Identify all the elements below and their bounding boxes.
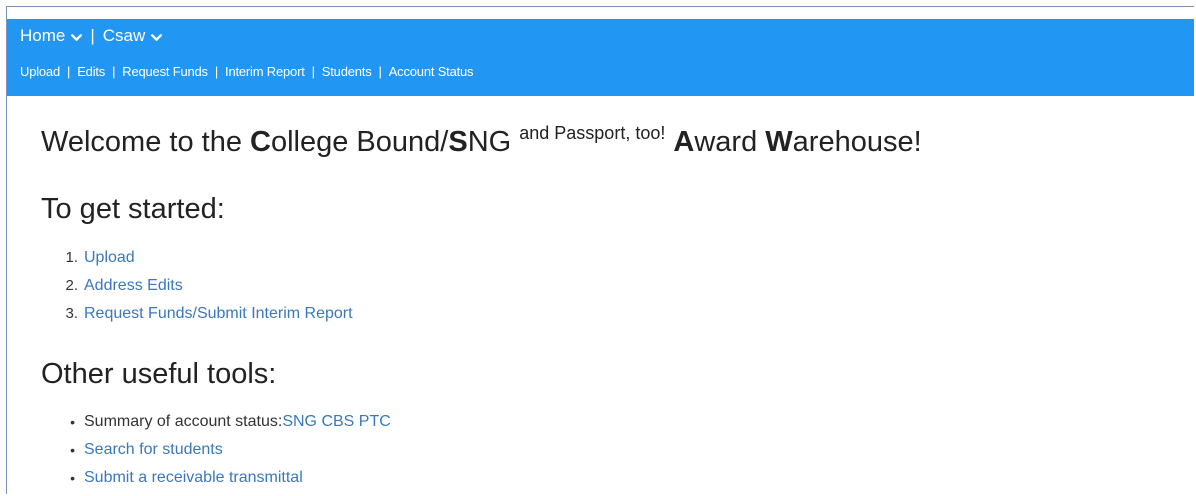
main-menu: Home | Csaw — [20, 23, 163, 49]
welcome-text: ollege Bound/ — [270, 126, 449, 158]
home-menu[interactable]: Home — [20, 26, 83, 46]
list-item: 3. Request Funds/Submit Interim Report — [41, 300, 353, 328]
welcome-superscript: and Passport, too! — [519, 123, 666, 143]
welcome-text: NG — [467, 126, 520, 158]
welcome-text: Welcome to the — [41, 126, 251, 158]
get-started-list: 1. Upload 2. Address Edits 3. Request Fu… — [41, 244, 353, 328]
csaw-menu-label: Csaw — [102, 26, 146, 45]
nav-separator: | — [67, 63, 71, 79]
address-edits-link[interactable]: Address Edits — [84, 272, 183, 300]
welcome-heading: Welcome to the College Bound/SNG and Pas… — [41, 123, 922, 163]
welcome-c-bold: C — [250, 126, 271, 158]
bullet: • — [70, 470, 75, 486]
nav-interim-report-link[interactable]: Interim Report — [225, 64, 305, 79]
list-number: 3. — [65, 305, 78, 322]
nav-request-funds-link[interactable]: Request Funds — [122, 64, 208, 79]
list-item: 2. Address Edits — [41, 272, 353, 300]
nav-separator: | — [311, 63, 315, 79]
get-started-heading: To get started: — [41, 193, 225, 225]
app-frame: Home | Csaw Upload | Edits | Request Fun… — [6, 6, 1194, 494]
welcome-s-bold: S — [448, 126, 468, 158]
nav-account-status-link[interactable]: Account Status — [389, 64, 474, 79]
request-funds-interim-report-link[interactable]: Request Funds/Submit Interim Report — [84, 300, 353, 328]
welcome-a-bold: A — [673, 126, 695, 158]
submit-receivable-transmittal-link[interactable]: Submit a receivable transmittal — [84, 464, 303, 492]
list-item: 1. Upload — [41, 244, 353, 272]
nav-edits-link[interactable]: Edits — [77, 64, 105, 79]
nav-separator: | — [378, 63, 382, 79]
list-item: • Summary of account status: SNG CBS PTC — [41, 408, 391, 436]
search-students-link[interactable]: Search for students — [84, 436, 223, 464]
other-tools-heading: Other useful tools: — [41, 358, 277, 390]
other-tools-list: • Summary of account status: SNG CBS PTC… — [41, 408, 391, 492]
list-number: 1. — [65, 249, 78, 266]
csaw-menu[interactable]: Csaw — [103, 26, 164, 46]
cbs-status-link[interactable]: CBS — [321, 408, 354, 436]
list-number: 2. — [65, 277, 78, 294]
list-item: • Search for students — [41, 436, 391, 464]
nav-students-link[interactable]: Students — [322, 64, 372, 79]
chevron-down-icon — [151, 33, 163, 41]
upload-link[interactable]: Upload — [84, 244, 135, 272]
summary-account-status-label: Summary of account status: — [84, 413, 283, 430]
sub-navigation: Upload | Edits | Request Funds | Interim… — [20, 60, 474, 82]
nav-upload-link[interactable]: Upload — [20, 64, 60, 79]
list-item: • Submit a receivable transmittal — [41, 464, 391, 492]
nav-separator: | — [112, 63, 116, 79]
welcome-w-bold: W — [765, 126, 793, 158]
home-menu-label: Home — [20, 26, 66, 45]
welcome-text: ward — [694, 126, 766, 158]
top-navigation-bar: Home | Csaw Upload | Edits | Request Fun… — [7, 19, 1194, 96]
nav-separator: | — [214, 63, 219, 79]
sng-status-link[interactable]: SNG — [282, 408, 317, 436]
bullet: • — [70, 442, 75, 458]
chevron-down-icon — [71, 33, 83, 41]
welcome-text: arehouse! — [792, 126, 922, 158]
menu-separator: | — [90, 26, 95, 45]
ptc-status-link[interactable]: PTC — [359, 408, 391, 436]
bullet: • — [70, 414, 75, 430]
